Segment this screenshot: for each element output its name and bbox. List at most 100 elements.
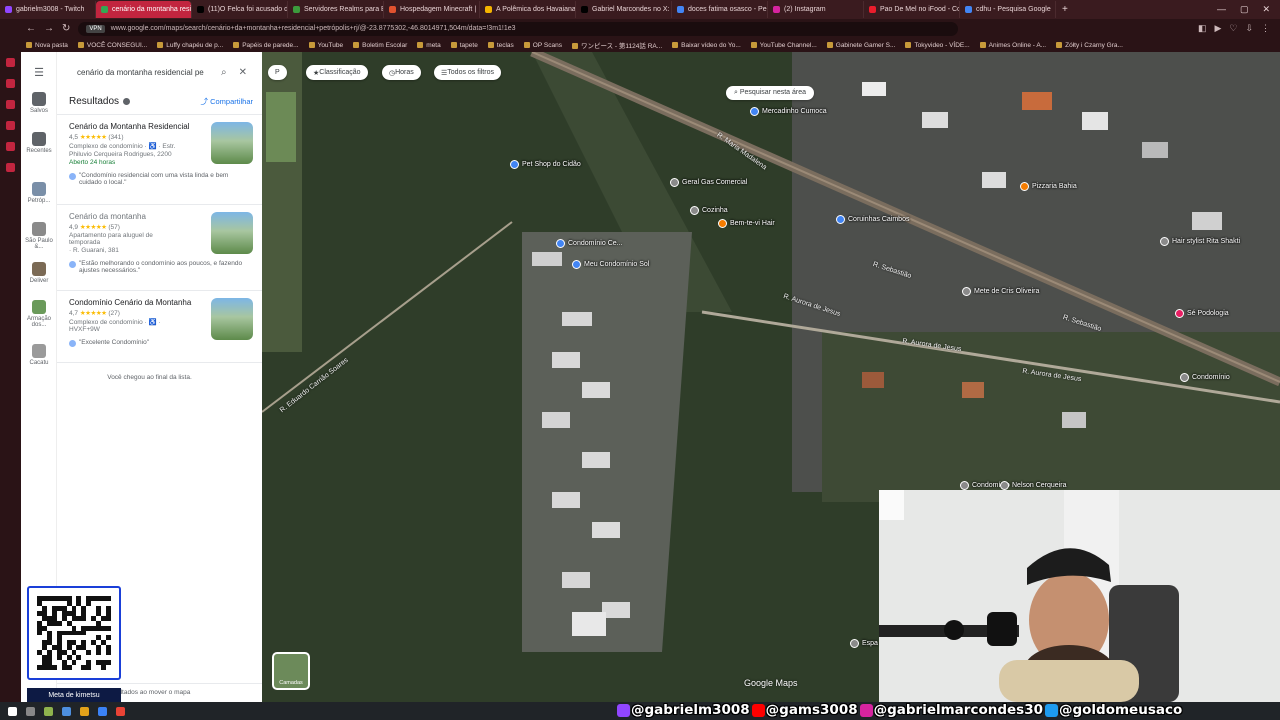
sidebar-app-icon[interactable] [6,100,15,109]
menu-icon[interactable]: ☰ [21,66,57,79]
menu-icon[interactable]: ⋮ [1261,23,1270,34]
url-field[interactable]: VPN www.google.com/maps/search/cenário+d… [78,21,959,36]
bookmark-item[interactable]: Animes Online - A... [980,42,1046,49]
place-label[interactable]: Mete de Cris Oliveira [974,288,1039,295]
start-icon[interactable] [8,706,17,716]
rail-item[interactable]: Armação dos... [21,300,57,328]
place-pin-icon[interactable] [1175,309,1184,318]
taskbar-app-icon[interactable] [62,706,71,716]
reload-icon[interactable]: ↻ [62,23,70,34]
bookmark-item[interactable]: Luffy chapéu de p... [157,42,223,49]
folder-icon[interactable] [80,706,89,716]
minimize-icon[interactable]: — [1217,4,1226,15]
place-pin-icon[interactable] [510,160,519,169]
result-thumbnail[interactable] [211,122,253,164]
bookmark-item[interactable]: OP Scans [524,42,562,49]
place-pin-icon[interactable] [1180,373,1189,382]
sidebar-app-icon[interactable] [6,142,15,151]
bookmark-item[interactable]: Gabinete Gamer S... [827,42,896,49]
place-label[interactable]: Pet Shop do Cidão [522,161,581,168]
place-label[interactable]: Meu Condomínio Sol [584,261,649,268]
place-label[interactable]: Bem-te-vi Hair [730,220,775,227]
sidebar-app-icon[interactable] [6,79,15,88]
map-type-toggle[interactable]: P [268,65,287,80]
browser-tab[interactable]: doces fatima osasco - Pe [672,1,768,18]
bookmark-item[interactable]: tapete [451,42,478,49]
place-label[interactable]: Coruinhas Caimbos [848,216,909,223]
result-card[interactable]: Cenário da Montanha Residencial 4,5 ★★★★★… [69,122,255,186]
place-label[interactable]: Espa [862,640,878,647]
place-label[interactable]: Sé Podologia [1187,310,1229,317]
chrome-icon[interactable] [116,706,125,716]
browser-tab[interactable]: gabrielm3008 - Twitch [0,1,96,18]
close-icon[interactable]: ✕ [1262,4,1270,15]
bookmark-item[interactable]: Nova pasta [26,42,68,49]
place-pin-icon[interactable] [690,206,699,215]
bookmark-item[interactable]: meta [417,42,440,49]
browser-tab[interactable]: cdhu - Pesquisa Google [960,1,1056,18]
place-pin-icon[interactable] [960,481,969,490]
sidebar-app-icon[interactable] [6,58,15,67]
maximize-icon[interactable]: ▢ [1240,4,1249,15]
search-this-area-button[interactable]: ⌕ Pesquisar nesta área [726,86,815,100]
place-label[interactable]: Nelson Cerqueira [1012,482,1066,489]
rail-item[interactable]: Petróp... [21,182,57,204]
browser-tab[interactable]: A Polêmica dos Havaianas [480,1,576,18]
sidebar-app-icon[interactable] [6,163,15,172]
filter-chip[interactable]: ◷ Horas [382,65,421,80]
info-icon[interactable] [123,98,131,105]
rail-item[interactable]: São Paulo &... [21,222,57,250]
filter-chip[interactable]: ★ Classificação [306,65,368,80]
result-card[interactable]: Cenário da montanha 4,9 ★★★★★ (57) Apartam… [69,212,255,274]
search-box[interactable]: cenário da montanha residencial pe ⌕ ✕ [65,62,253,82]
place-pin-icon[interactable] [1020,182,1029,191]
bookmark-item[interactable]: Papéis de parede... [233,42,298,49]
place-pin-icon[interactable] [962,287,971,296]
result-thumbnail[interactable] [211,212,253,254]
search-input[interactable]: cenário da montanha residencial pe [65,68,215,77]
place-pin-icon[interactable] [670,178,679,187]
bookmark-item[interactable]: ワンピース - 第1124話 RA... [572,40,662,50]
place-pin-icon[interactable] [718,219,727,228]
place-pin-icon[interactable] [750,107,759,116]
result-card[interactable]: Condomínio Cenário da Montanha 4,7 ★★★★★ … [69,298,255,347]
place-pin-icon[interactable] [1000,481,1009,490]
heart-icon[interactable]: ♡ [1229,23,1237,34]
browser-tab[interactable]: Hospedagem Minecraft | [384,1,480,18]
close-icon[interactable]: ✕ [233,67,253,78]
new-tab-button[interactable]: + [1056,4,1074,15]
browser-tab[interactable]: Servidores Realms para Be [288,1,384,18]
place-label[interactable]: Cozinha [702,207,728,214]
place-pin-icon[interactable] [556,239,565,248]
place-label[interactable]: Pizzaria Bahia [1032,183,1077,190]
place-pin-icon[interactable] [850,639,859,648]
bookmark-item[interactable]: Boletim Escolar [353,42,407,49]
search-icon[interactable] [26,706,35,716]
browser-tab[interactable]: cenário da montanha resid [96,1,192,18]
bookmark-item[interactable]: teclas [488,42,514,49]
place-label[interactable]: Condomínio Ce... [568,240,622,247]
browser-tab[interactable]: Gabriel Marcondes no X: [576,1,672,18]
rail-item[interactable]: Recentes [21,132,57,154]
vpn-badge[interactable]: VPN [86,24,105,33]
bookmark-item[interactable]: YouTube [309,42,344,49]
bookmark-item[interactable]: Baixar vídeo do Yo... [672,42,741,49]
rail-item[interactable]: Deliver [21,262,57,284]
place-label[interactable]: Condomínio [1192,374,1230,381]
place-pin-icon[interactable] [1160,237,1169,246]
taskbar-app-icon[interactable] [98,706,107,716]
forward-icon[interactable]: → [44,23,54,34]
place-pin-icon[interactable] [836,215,845,224]
bookmark-item[interactable]: YouTube Channel... [751,42,817,49]
bookmark-item[interactable]: VOCÊ CONSEGUI... [78,42,147,49]
filter-chip[interactable]: ☰ Todos os filtros [434,65,501,80]
browser-tab[interactable]: (11)O Felca foi acusado de [192,1,288,18]
download-icon[interactable]: ⇩ [1245,23,1253,34]
result-thumbnail[interactable] [211,298,253,340]
taskbar-app-icon[interactable] [44,706,53,716]
rail-item[interactable]: Salvos [21,92,57,114]
place-label[interactable]: Mercadinho Cumoca [762,108,827,115]
place-label[interactable]: Hair stylist Rita Shakti [1172,238,1240,245]
browser-tab[interactable]: Pao De Mel no iFood - Co [864,1,960,18]
back-icon[interactable]: ← [26,23,36,34]
